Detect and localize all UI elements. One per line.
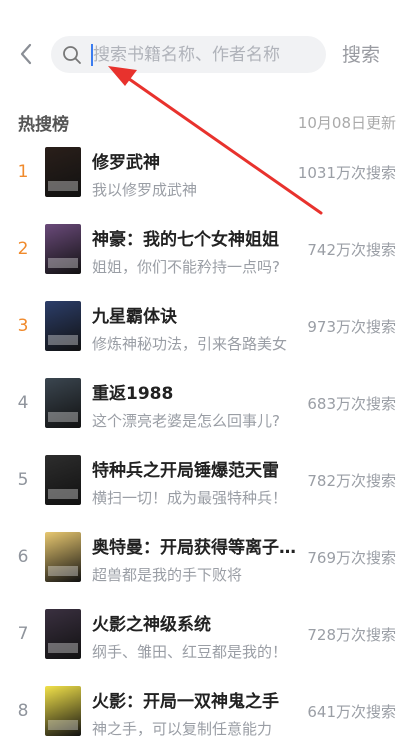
rank-number: 5 bbox=[17, 470, 29, 490]
cover-art bbox=[48, 258, 78, 268]
list-item[interactable]: 4 重返1988 这个漂亮老婆是怎么回事儿? 683万次搜索 bbox=[0, 371, 414, 448]
book-title[interactable]: 九星霸体诀 bbox=[92, 302, 300, 327]
cover-art bbox=[48, 181, 78, 191]
list-item[interactable]: 7 火影之神级系统纲手、雏田、红豆都是我的！ 728万次搜索 bbox=[0, 602, 414, 679]
book-description: 纲手、雏田、红豆都是我的！ bbox=[92, 643, 288, 661]
rank-number: 6 bbox=[17, 547, 29, 567]
book-description: 姐姐，你们不能矜持一点吗? bbox=[92, 258, 280, 276]
rank-number: 8 bbox=[17, 701, 29, 721]
list-item[interactable]: 1 修罗武神我以修罗成武神 1031万次搜索 bbox=[0, 140, 414, 217]
search-count: 641万次搜索 bbox=[307, 703, 396, 721]
rank-number: 1 bbox=[17, 162, 29, 182]
book-cover[interactable] bbox=[45, 147, 81, 197]
search-count: 728万次搜索 bbox=[307, 626, 396, 644]
book-cover[interactable] bbox=[45, 224, 81, 274]
book-cover[interactable] bbox=[45, 301, 81, 351]
search-count: 782万次搜索 bbox=[307, 472, 396, 490]
search-count: 769万次搜索 bbox=[307, 549, 396, 567]
search-count: 1031万次搜索 bbox=[297, 164, 396, 182]
rank-number: 3 bbox=[17, 316, 29, 336]
book-cover[interactable] bbox=[45, 686, 81, 736]
search-count: 742万次搜索 bbox=[307, 241, 396, 259]
cover-art bbox=[48, 643, 78, 653]
book-description: 修炼神秘功法，引来各路美女 bbox=[92, 335, 288, 353]
cover-art bbox=[48, 335, 78, 345]
book-description: 横扫一切！成为最强特种兵！ bbox=[92, 489, 288, 507]
book-title[interactable]: 重返1988 bbox=[92, 379, 300, 404]
book-title[interactable]: 特种兵之开局锤爆范天雷 bbox=[92, 456, 300, 481]
update-date: 10月08日更新 bbox=[297, 114, 396, 132]
text-cursor bbox=[91, 44, 93, 66]
book-title[interactable]: 火影：开局一双神鬼之手 bbox=[92, 687, 300, 712]
list-item[interactable]: 8 火影：开局一双神鬼之手 神之手，可以复制任意能力 641万次搜索 bbox=[0, 679, 414, 756]
hot-search-header: 热搜榜 10月08日更新 bbox=[0, 110, 414, 136]
book-description: 我以修罗成武神 bbox=[92, 181, 198, 199]
hot-search-list: 1 修罗武神我以修罗成武神 1031万次搜索 2 神豪：我的七个女神姐姐姐姐，你们不能矜… bbox=[0, 140, 414, 756]
back-button[interactable] bbox=[12, 40, 40, 68]
book-description: 超兽都是我的手下败将 bbox=[92, 566, 243, 584]
book-cover[interactable] bbox=[45, 378, 81, 428]
cover-art bbox=[48, 412, 78, 422]
rank-number: 2 bbox=[17, 239, 29, 259]
cover-art bbox=[48, 489, 78, 499]
list-item[interactable]: 2 神豪：我的七个女神姐姐姐姐，你们不能矜持一点吗? 742万次搜索 bbox=[0, 217, 414, 294]
book-cover[interactable] bbox=[45, 609, 81, 659]
book-title[interactable]: 奥特曼：开局获得等离子火花塔 bbox=[92, 533, 300, 558]
chevron-left-icon bbox=[20, 43, 32, 65]
rank-number: 4 bbox=[17, 393, 29, 413]
search-button[interactable]: 搜索 bbox=[342, 40, 380, 70]
section-title: 热搜榜 bbox=[18, 115, 69, 135]
book-title[interactable]: 火影之神级系统 bbox=[92, 610, 300, 635]
list-item[interactable]: 6 奥特曼：开局获得等离子火花塔超兽都是我的手下败将 769万次搜索 bbox=[0, 525, 414, 602]
search-count: 973万次搜索 bbox=[307, 318, 396, 336]
book-title[interactable]: 修罗武神 bbox=[92, 148, 300, 173]
search-icon bbox=[63, 46, 81, 64]
search-count: 683万次搜索 bbox=[307, 395, 396, 413]
search-input[interactable] bbox=[93, 36, 318, 73]
cover-art bbox=[48, 720, 78, 730]
list-item[interactable]: 5 特种兵之开局锤爆范天雷横扫一切！成为最强特种兵！ 782万次搜索 bbox=[0, 448, 414, 525]
list-item[interactable]: 3 九星霸体诀修炼神秘功法，引来各路美女 973万次搜索 bbox=[0, 294, 414, 371]
search-header: 搜索 bbox=[0, 0, 414, 110]
rank-number: 7 bbox=[17, 624, 29, 644]
book-description: 这个漂亮老婆是怎么回事儿? bbox=[92, 412, 280, 430]
cover-art bbox=[48, 566, 78, 576]
book-title[interactable]: 神豪：我的七个女神姐姐 bbox=[92, 225, 300, 250]
book-cover[interactable] bbox=[45, 532, 81, 582]
book-cover[interactable] bbox=[45, 455, 81, 505]
